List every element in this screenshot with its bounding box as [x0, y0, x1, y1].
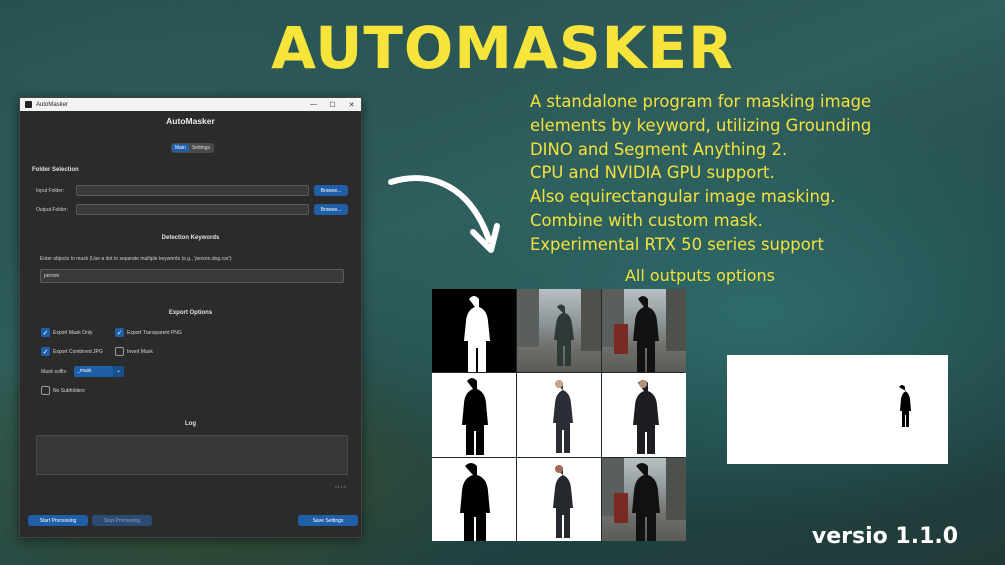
- checkmark-icon: ✓: [41, 347, 50, 356]
- outputs-title: All outputs options: [624, 266, 776, 285]
- tab-main[interactable]: Main: [172, 144, 189, 152]
- app-icon: [25, 101, 32, 108]
- browse-output-button[interactable]: Browse...: [314, 204, 348, 215]
- mask-suffix-value: _mask: [77, 368, 92, 374]
- unchecked-box-icon: [41, 386, 50, 395]
- equirectangular-mask-preview: [727, 355, 948, 464]
- feature-line: Combine with custom mask.: [530, 210, 763, 230]
- feature-line: Experimental RTX 50 series support: [530, 234, 824, 254]
- feature-line: DINO and Segment Anything 2.: [530, 139, 788, 159]
- save-settings-button[interactable]: Save Settings: [298, 515, 358, 526]
- export-section-title: Export Options: [168, 310, 213, 316]
- tab-bar: Main Settings: [171, 143, 214, 153]
- input-folder-field[interactable]: [76, 185, 309, 196]
- output-folder-label: Output Folder:: [36, 207, 68, 213]
- combined-output-image: [602, 289, 686, 373]
- checkbox-label: Export Transparent PNG: [127, 329, 182, 336]
- feature-line: A standalone program for masking image: [530, 92, 872, 111]
- checkbox-label: Invert Mask: [127, 348, 153, 355]
- stop-processing-button[interactable]: Stop Processing: [92, 515, 152, 526]
- no-subfolders-checkbox[interactable]: No Subfolders: [41, 386, 85, 395]
- mask-suffix-label: Mask suffix:: [41, 369, 68, 375]
- browse-input-button[interactable]: Browse...: [314, 185, 348, 196]
- checkbox-label: Export Mask Only: [53, 329, 93, 336]
- log-section-title: Log: [185, 421, 196, 427]
- maximize-icon[interactable]: ☐: [323, 101, 342, 109]
- folder-section-title: Folder Selection: [32, 167, 79, 173]
- version-label: versio 1.1.0: [811, 524, 959, 549]
- detection-section-title: Detection Keywords: [161, 235, 220, 241]
- original-photo-image: [517, 289, 601, 373]
- window-titlebar: AutoMasker — ☐ ✕: [20, 98, 361, 111]
- mask-suffix-dropdown[interactable]: _mask ⌄: [74, 366, 124, 377]
- automasker-window: AutoMasker — ☐ ✕ AutoMasker Main Setting…: [19, 97, 362, 538]
- mask-output-image: [432, 289, 516, 373]
- keywords-input[interactable]: person: [40, 269, 344, 283]
- app-title: AutoMasker: [166, 116, 215, 126]
- chevron-down-icon: ⌄: [113, 366, 124, 377]
- inverted-mask-image: [432, 373, 516, 457]
- export-combined-jpg-checkbox[interactable]: ✓ Export Combined JPG: [41, 347, 103, 356]
- app-version-text: v1.1.0: [335, 484, 346, 489]
- checkbox-label: Export Combined JPG: [53, 348, 103, 355]
- window-title: AutoMasker: [36, 101, 69, 108]
- curved-arrow-icon: [388, 175, 500, 253]
- checkmark-icon: ✓: [115, 328, 124, 337]
- invert-mask-checkbox[interactable]: Invert Mask: [115, 347, 153, 356]
- combined-white-image: [602, 373, 686, 457]
- export-mask-only-checkbox[interactable]: ✓ Export Mask Only: [41, 328, 92, 337]
- combined-street-image: [602, 457, 686, 541]
- minimize-icon[interactable]: —: [304, 101, 323, 108]
- feature-line: elements by keyword, utilizing Grounding: [530, 115, 872, 135]
- transparent-cutout-image: [517, 373, 601, 457]
- log-area[interactable]: [36, 435, 348, 475]
- keywords-hint: Enter objects to mask (Use a dot to sepa…: [40, 256, 233, 262]
- close-icon[interactable]: ✕: [342, 101, 361, 109]
- output-folder-field[interactable]: [76, 204, 309, 215]
- input-folder-label: Input Folder:: [36, 188, 65, 194]
- export-transparent-png-checkbox[interactable]: ✓ Export Transparent PNG: [115, 328, 182, 337]
- cutout-alt-image: [517, 457, 601, 541]
- inverted-mask-alt-image: [432, 457, 516, 541]
- tab-settings[interactable]: Settings: [189, 144, 213, 152]
- headline-title: AUTOMASKER: [271, 14, 734, 82]
- start-processing-button[interactable]: Start Processing: [28, 515, 88, 526]
- feature-list: A standalone program for masking image e…: [530, 90, 990, 257]
- feature-line: CPU and NVIDIA GPU support.: [530, 163, 775, 183]
- checkmark-icon: ✓: [41, 328, 50, 337]
- checkbox-label: No Subfolders: [53, 387, 85, 394]
- unchecked-box-icon: [115, 347, 124, 356]
- feature-line: Also equirectangular image masking.: [530, 187, 836, 207]
- output-examples-grid: [432, 289, 686, 541]
